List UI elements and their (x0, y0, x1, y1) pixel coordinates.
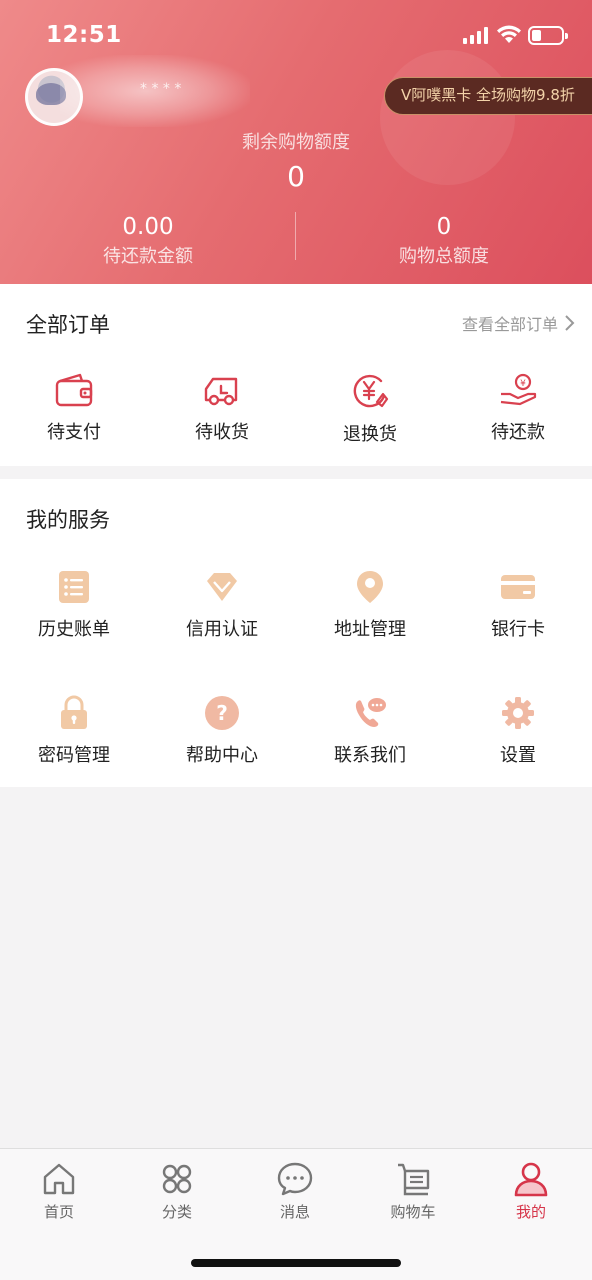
service-help[interactable]: ? 帮助中心 (148, 695, 296, 767)
service-contact[interactable]: 联系我们 (296, 695, 444, 767)
service-address-label: 地址管理 (334, 619, 406, 640)
pending-repayment-value: 0.00 (122, 214, 174, 240)
tab-category[interactable]: 分类 (118, 1161, 236, 1222)
lock-icon (61, 695, 87, 729)
total-quota-label: 购物总额度 (399, 246, 489, 267)
service-credit-auth[interactable]: 信用认证 (148, 569, 296, 641)
order-pending-payment[interactable]: 待支付 (0, 372, 148, 444)
message-icon (277, 1162, 313, 1196)
view-all-orders-link[interactable]: 查看全部订单 (462, 311, 576, 335)
order-pending-repayment[interactable]: ¥ 待还款 (444, 372, 592, 444)
battery-icon (528, 26, 568, 45)
tab-mine[interactable]: 我的 (472, 1161, 590, 1222)
wifi-icon (497, 25, 521, 43)
help-icon: ? (205, 696, 239, 730)
tab-messages[interactable]: 消息 (236, 1161, 354, 1222)
home-indicator[interactable] (191, 1259, 401, 1267)
service-help-label: 帮助中心 (186, 745, 258, 766)
total-quota-stat[interactable]: 0 购物总额度 (296, 214, 592, 268)
cellular-signal-icon (463, 27, 489, 44)
service-password-label: 密码管理 (38, 745, 110, 766)
category-icon (162, 1164, 192, 1194)
location-pin-icon (357, 571, 383, 603)
gear-icon (502, 697, 534, 729)
orders-card: 全部订单 查看全部订单 待支付 待收货 退换货 ¥ 待还款 (0, 284, 592, 466)
service-bank-card-label: 银行卡 (491, 619, 545, 640)
vip-card-badge[interactable]: V阿噗黑卡 全场购物9.8折 (384, 77, 592, 115)
svg-text:?: ? (216, 701, 228, 725)
tab-home[interactable]: 首页 (0, 1161, 118, 1222)
tab-home-label: 首页 (43, 1203, 74, 1221)
svg-text:¥: ¥ (520, 379, 526, 389)
service-bank-card[interactable]: 银行卡 (444, 569, 592, 641)
username: * * * * (60, 55, 250, 127)
order-pending-receipt-label: 待收货 (195, 422, 249, 443)
orders-title: 全部订单 (26, 313, 110, 337)
wallet-icon (55, 373, 93, 407)
order-pending-receipt[interactable]: 待收货 (148, 372, 296, 444)
cart-icon (398, 1163, 430, 1196)
bank-card-icon (501, 575, 535, 599)
service-settings[interactable]: 设置 (444, 695, 592, 767)
remaining-quota-label: 剩余购物额度 (242, 132, 350, 153)
service-password[interactable]: 密码管理 (0, 695, 148, 767)
tab-category-label: 分类 (161, 1203, 192, 1221)
diamond-icon (207, 573, 237, 601)
service-history-bill[interactable]: 历史账单 (0, 569, 148, 641)
tab-mine-label: 我的 (515, 1203, 546, 1221)
order-return-exchange[interactable]: 退换货 (296, 372, 444, 446)
service-contact-label: 联系我们 (334, 745, 406, 766)
total-quota-value: 0 (436, 214, 452, 240)
status-time: 12:51 (46, 22, 122, 48)
order-return-exchange-label: 退换货 (343, 424, 397, 445)
service-address[interactable]: 地址管理 (296, 569, 444, 641)
service-settings-label: 设置 (500, 745, 536, 766)
chevron-right-icon (565, 315, 575, 331)
user-icon (514, 1162, 548, 1197)
yen-exchange-icon (353, 374, 389, 408)
home-icon (43, 1163, 75, 1195)
view-all-orders-label: 查看全部订单 (461, 315, 558, 334)
remaining-quota-value: 0 (287, 160, 305, 193)
bill-list-icon (59, 571, 89, 603)
tab-cart[interactable]: 购物车 (354, 1161, 472, 1222)
pending-repayment-stat[interactable]: 0.00 待还款金额 (0, 214, 296, 268)
truck-icon (204, 377, 238, 406)
hand-coin-icon: ¥ (500, 373, 537, 406)
order-pending-payment-label: 待支付 (47, 422, 101, 443)
services-title: 我的服务 (26, 508, 110, 532)
services-card: 我的服务 历史账单 信用认证 地址管理 银行卡 密码管理 ? 帮助中心 联系我们… (0, 479, 592, 787)
tab-messages-label: 消息 (279, 1203, 310, 1221)
profile-header: 12:51 * * * * V阿噗黑卡 全场购物9.8折 剩余购物额度 0 0.… (0, 0, 592, 284)
phone-chat-icon (355, 698, 386, 727)
service-credit-auth-label: 信用认证 (186, 619, 258, 640)
tab-cart-label: 购物车 (390, 1203, 436, 1221)
pending-repayment-label: 待还款金额 (103, 246, 193, 267)
order-pending-repayment-label: 待还款 (491, 422, 545, 443)
service-history-bill-label: 历史账单 (38, 619, 110, 640)
